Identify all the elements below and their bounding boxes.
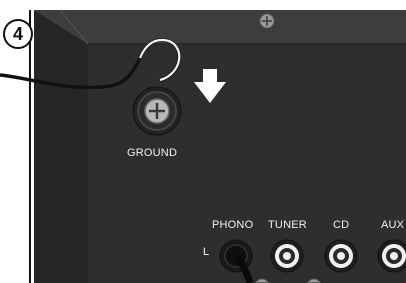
panel-bevel-left	[34, 10, 88, 283]
ground-label: GROUND	[127, 147, 178, 159]
aux-jack	[377, 239, 406, 273]
top-screw-icon	[259, 13, 275, 29]
cd-label: CD	[333, 219, 350, 231]
receiver-back-panel-illustration	[0, 9, 406, 283]
illustration-frame: 4 GROUND PHONO TUNER CD AUX L	[0, 0, 406, 283]
panel-bevel-top	[34, 10, 406, 44]
step-number: 4	[12, 23, 23, 44]
cd-jack	[324, 239, 358, 273]
aux-label: AUX	[381, 219, 405, 231]
ground-terminal	[132, 86, 182, 136]
tuner-label: TUNER	[268, 219, 307, 231]
tuner-jack	[270, 239, 304, 273]
channel-left-label: L	[203, 246, 210, 258]
step-number-badge: 4	[3, 19, 33, 49]
left-margin	[0, 10, 30, 283]
phono-label: PHONO	[212, 219, 254, 231]
